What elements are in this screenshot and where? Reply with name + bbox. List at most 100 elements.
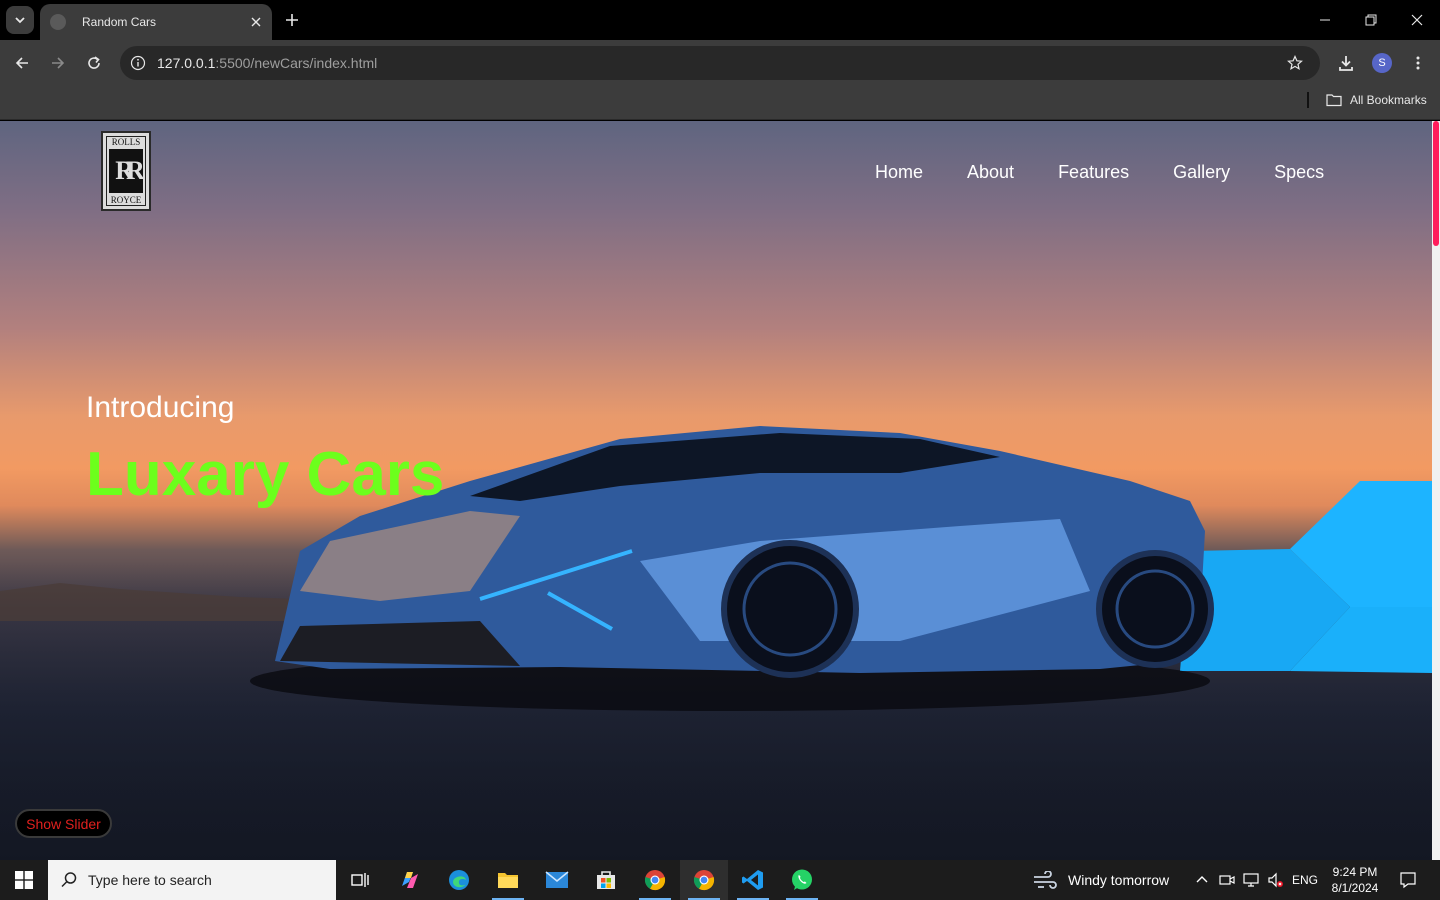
copilot-button[interactable] [386,860,434,900]
logo-frame: ROLLS RR ROYCE [106,136,146,206]
vscode-icon [742,870,763,890]
whatsapp-button[interactable] [778,860,826,900]
folder-icon [1326,94,1342,107]
taskbar-search-placeholder: Type here to search [88,872,212,888]
vscode-button[interactable] [729,860,777,900]
all-bookmarks-label: All Bookmarks [1350,93,1427,107]
search-icon [61,872,77,888]
tab-close-button[interactable] [248,14,264,30]
clock-date: 8/1/2024 [1331,881,1379,895]
address-bar[interactable]: 127.0.0.1:5500/newCars/index.html [120,46,1320,80]
url-host: 127.0.0.1 [157,55,216,71]
nav-specs[interactable]: Specs [1274,162,1324,183]
folder-icon [498,873,518,888]
logo-top-text: ROLLS [111,137,141,147]
volume-muted-icon [1268,872,1283,888]
notifications-button[interactable] [1396,860,1420,900]
close-window-button[interactable] [1405,8,1429,32]
scrollbar-thumb[interactable] [1433,121,1439,246]
all-bookmarks-button[interactable]: All Bookmarks [1326,91,1427,109]
minimize-icon [1320,19,1330,21]
show-slider-button[interactable]: Show Slider [15,809,112,838]
chrome-icon [644,870,666,891]
clock-time: 9:24 PM [1332,865,1378,879]
bookmarks-separator [1307,92,1309,108]
front-splitter [280,621,520,666]
page-scrollbar[interactable] [1432,121,1440,860]
hero-intro: Introducing [86,391,235,424]
nav-about[interactable]: About [967,162,1014,183]
reload-button[interactable] [82,51,106,75]
chrome-icon [693,870,715,891]
menu-button[interactable] [1406,51,1430,75]
mail-icon [545,871,569,888]
tab-search-button[interactable] [6,6,34,34]
hero-section: ROLLS RR ROYCE Home About Features Galle… [0,121,1432,860]
store-icon [597,871,615,889]
copilot-icon [402,872,418,888]
star-icon [1287,55,1303,71]
start-button[interactable] [0,860,48,900]
browser-tab-bar: Random Cars [0,0,1440,40]
camera-icon [1219,875,1235,885]
network-icon [1243,873,1259,887]
nav-home[interactable]: Home [875,162,923,183]
windows-icon [15,871,33,889]
logo-bottom-text: ROYCE [110,195,142,205]
weather-widget[interactable]: Windy tomorrow [1032,860,1169,900]
download-icon [1339,56,1353,71]
distant-hills [0,583,300,621]
rolls-royce-logo[interactable]: ROLLS RR ROYCE [101,131,151,211]
task-view-icon [351,873,369,887]
chevron-down-icon [15,17,25,24]
browser-toolbar: 127.0.0.1:5500/newCars/index.html [0,40,1440,86]
main-nav: Home About Features Gallery Specs [875,162,1368,183]
more-vertical-icon [1416,56,1420,70]
store-button[interactable] [582,860,630,900]
browser-tab[interactable]: Random Cars [40,4,272,40]
plus-icon [286,14,298,26]
chrome-button[interactable] [631,860,679,900]
chrome-active-button[interactable] [680,860,728,900]
task-view-button[interactable] [336,860,384,900]
file-explorer-button[interactable] [484,860,532,900]
taskbar: Type here to search Windy tomorrow ENG 9… [0,860,1440,900]
restore-button[interactable] [1359,8,1383,32]
reload-icon [88,56,100,69]
input-language[interactable]: ENG [1292,873,1318,887]
url-path: :5500/newCars/index.html [215,55,378,71]
arrow-right-icon [52,57,65,69]
nav-gallery[interactable]: Gallery [1173,162,1230,183]
whatsapp-icon [792,869,812,890]
back-button[interactable] [10,51,34,75]
wind-icon [1034,871,1057,889]
notification-icon [1400,872,1416,889]
mail-button[interactable] [533,860,581,900]
new-tab-button[interactable] [282,10,302,30]
downloads-button[interactable] [1334,51,1358,75]
tab-favicon-icon [50,14,66,30]
network-button[interactable] [1241,860,1261,900]
chevron-up-icon [1196,876,1208,883]
minimize-button[interactable] [1313,8,1337,32]
bookmark-star-button[interactable] [1284,52,1306,74]
site-info-button[interactable] [128,53,148,73]
bookmarks-bar [0,86,1440,120]
profile-avatar[interactable]: S [1372,53,1392,73]
info-icon [130,55,146,71]
tray-overflow-button[interactable] [1192,860,1212,900]
restore-icon [1365,14,1377,26]
taskbar-search[interactable]: Type here to search [48,860,336,900]
hero-headline: Luxary Cars [86,440,445,509]
volume-button[interactable] [1265,860,1285,900]
weather-text: Windy tomorrow [1068,872,1170,888]
close-icon [1411,14,1423,26]
forward-button[interactable] [46,51,70,75]
edge-icon [449,870,469,890]
meet-now-button[interactable] [1217,860,1237,900]
close-icon [251,17,261,27]
edge-button[interactable] [435,860,483,900]
arrow-left-icon [15,57,28,69]
nav-features[interactable]: Features [1058,162,1129,183]
clock[interactable]: 9:24 PM 8/1/2024 [1322,864,1388,896]
